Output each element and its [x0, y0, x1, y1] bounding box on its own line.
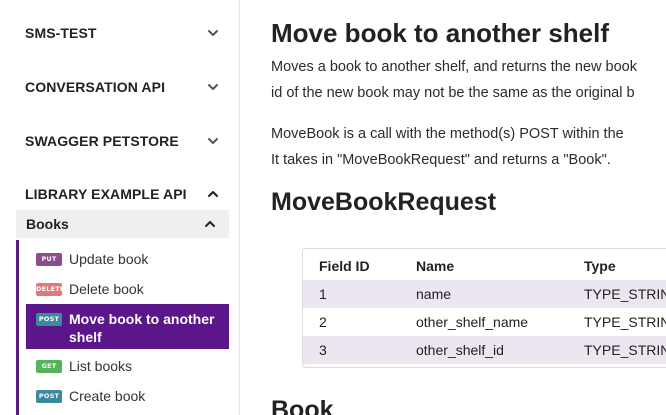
active-group-indicator	[16, 240, 19, 415]
table-cell: TYPE_STRIN	[584, 286, 666, 302]
sidebar-item-update-book[interactable]: PUT Update book	[26, 249, 229, 269]
method-badge: DELETE	[36, 282, 64, 296]
table-cell: 2	[319, 314, 327, 330]
chevron-up-icon	[206, 187, 220, 201]
sidebar-section-label: SMS-TEST	[25, 25, 97, 41]
table-cell: 3	[319, 342, 327, 358]
sidebar-section-label: LIBRARY EXAMPLE API	[25, 186, 187, 202]
sidebar-group-label: Books	[26, 216, 69, 232]
table-cell: other_shelf_name	[416, 314, 529, 330]
table-cell: TYPE_STRIN	[584, 314, 666, 330]
chevron-down-icon	[206, 80, 220, 94]
column-header: Field ID	[319, 258, 370, 274]
table-row: 3 other_shelf_id TYPE_STRIN	[303, 336, 666, 364]
sidebar-item-label: Move book to another shelf	[69, 311, 215, 345]
call-description-line: MoveBook is a call with the method(s) PO…	[271, 126, 624, 142]
sidebar-section-sms-test[interactable]: SMS-TEST	[25, 23, 220, 43]
sidebar-section-library-example-api[interactable]: LIBRARY EXAMPLE API	[25, 184, 220, 204]
table-cell: name	[416, 286, 452, 302]
sidebar-section-swagger-petstore[interactable]: SWAGGER PETSTORE	[25, 131, 220, 151]
column-header: Name	[416, 258, 455, 274]
column-header: Type	[584, 258, 616, 274]
sidebar-item-create-book[interactable]: POST Create book	[26, 386, 229, 406]
main-content: Move book to another shelf Moves a book …	[271, 0, 666, 415]
description-line: Moves a book to another shelf, and retur…	[271, 59, 637, 75]
sidebar-item-delete-book[interactable]: DELETE Delete book	[26, 279, 229, 299]
method-badge: POST	[36, 313, 62, 326]
table-cell: 1	[319, 286, 327, 302]
chevron-down-icon	[206, 134, 220, 148]
table-cell: other_shelf_id	[416, 342, 504, 358]
sidebar: SMS-TEST CONVERSATION API SWAGGER PETSTO…	[0, 0, 240, 415]
table-header-row: Field ID Name Type	[303, 252, 666, 280]
method-badge: GET	[36, 359, 62, 373]
request-heading: MoveBookRequest	[271, 188, 497, 216]
table-cell: TYPE_STRIN	[584, 342, 666, 358]
sidebar-item-label: Delete book	[69, 281, 144, 297]
sidebar-item-label: Create book	[69, 388, 146, 404]
table-row: 2 other_shelf_name TYPE_STRIN	[303, 308, 666, 336]
sidebar-item-label: Update book	[69, 251, 149, 267]
sidebar-group-books[interactable]: Books	[16, 210, 229, 238]
chevron-down-icon	[206, 26, 220, 40]
sidebar-section-conversation-api[interactable]: CONVERSATION API	[25, 77, 220, 97]
method-badge: POST	[36, 389, 62, 403]
fields-table: Field ID Name Type 1 name TYPE_STRIN 2 o…	[302, 248, 666, 368]
description-line: id of the new book may not be the same a…	[271, 85, 635, 101]
sidebar-item-label: List books	[69, 358, 133, 374]
sidebar-item-list-books[interactable]: GET List books	[26, 356, 229, 376]
sidebar-section-label: CONVERSATION API	[25, 79, 166, 95]
sidebar-section-label: SWAGGER PETSTORE	[25, 133, 179, 149]
chevron-up-icon	[203, 217, 217, 231]
section-heading: Book	[271, 396, 334, 415]
sidebar-item-move-book[interactable]: POST Move book to another shelf	[26, 304, 229, 349]
call-description-line: It takes in "MoveBookRequest" and return…	[271, 152, 611, 168]
page-title: Move book to another shelf	[271, 18, 610, 48]
method-badge: PUT	[36, 252, 62, 266]
table-row: 1 name TYPE_STRIN	[303, 280, 666, 308]
